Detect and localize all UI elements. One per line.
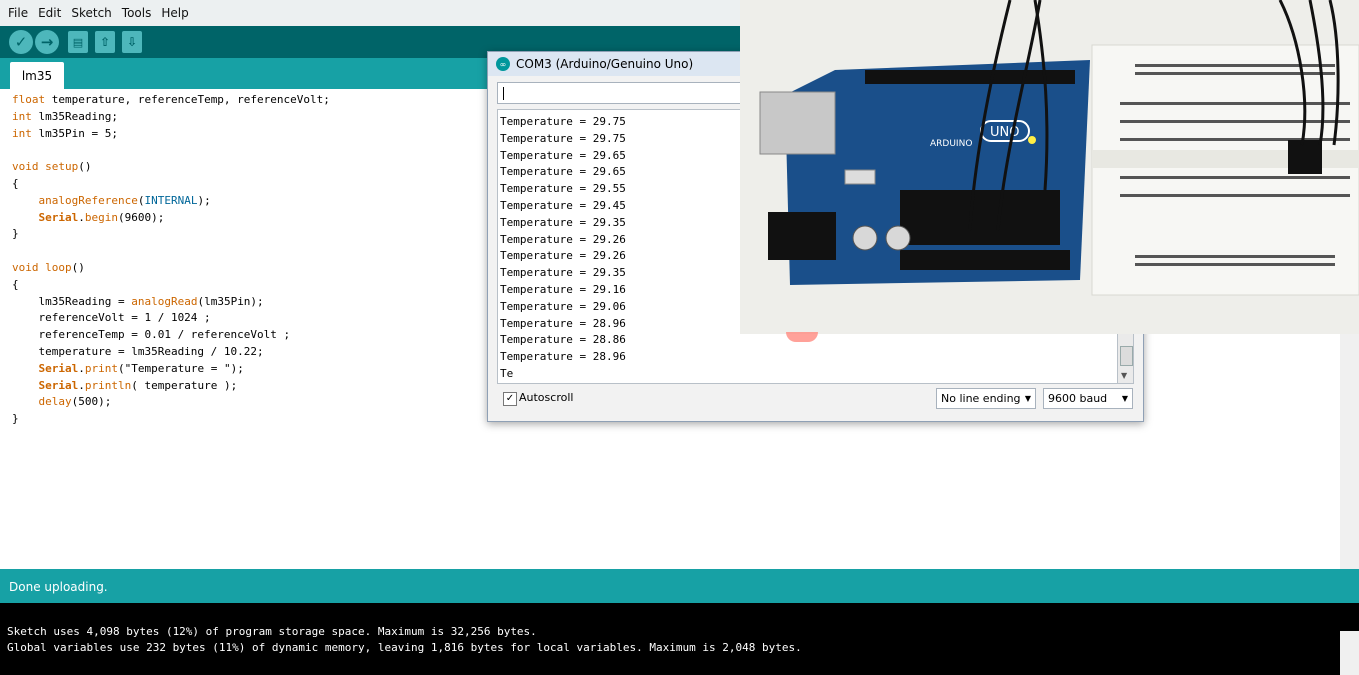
serial-output-line: Temperature = 29.26 xyxy=(500,249,626,263)
status-bar: Done uploading. xyxy=(0,569,1359,603)
code-line: Serial.begin(9600); xyxy=(38,210,165,224)
arrow-up-icon: ⇧ xyxy=(99,35,111,49)
serial-output-line: Temperature = 28.96 xyxy=(500,350,626,364)
scroll-thumb[interactable] xyxy=(1120,346,1133,366)
mouse-highlight xyxy=(786,332,818,342)
arduino-board-illustration: ARDUINO UNO xyxy=(740,0,1359,334)
menu-help[interactable]: Help xyxy=(161,6,188,20)
serial-output-line: Temperature = 29.35 xyxy=(500,215,626,229)
serial-output-line: Temperature = 29.75 xyxy=(500,131,626,145)
code-line: referenceTemp = 0.01 / referenceVolt ; xyxy=(12,328,291,342)
serial-output-line: Temperature = 29.26 xyxy=(500,232,626,246)
arduino-board-photo: ARDUINO UNO xyxy=(740,0,1359,334)
serial-monitor-footer: ✓ Autoscroll No line ending ▼ 9600 baud … xyxy=(488,388,1143,420)
serial-output-line: Temperature = 29.45 xyxy=(500,199,626,212)
code-line: } xyxy=(12,412,19,426)
code-line: analogReference(INTERNAL); xyxy=(38,193,211,207)
code-line: { xyxy=(12,277,19,291)
serial-output-line: Temperature = 29.65 xyxy=(500,148,626,162)
code-line: Serial.println( temperature ); xyxy=(38,378,238,392)
tab-lm35[interactable]: lm35 xyxy=(10,62,64,89)
serial-output-line: Temperature = 29.55 xyxy=(500,182,626,196)
menu-tools[interactable]: Tools xyxy=(122,6,152,20)
scroll-down-icon[interactable]: ▼ xyxy=(1121,371,1127,380)
code-line: void setup() xyxy=(12,160,92,174)
code-line: } xyxy=(12,227,19,241)
serial-output-line: Temperature = 29.75 xyxy=(500,115,626,128)
chevron-down-icon: ▼ xyxy=(1024,394,1031,403)
code-line: referenceVolt = 1 / 1024 ; xyxy=(12,311,211,325)
serial-output-line: Temperature = 28.86 xyxy=(500,333,626,347)
code-line: float temperature, referenceTemp, refere… xyxy=(12,93,330,106)
serial-output-line: Temperature = 28.96 xyxy=(500,316,626,330)
console-line: Sketch uses 4,098 bytes (12%) of program… xyxy=(7,625,537,638)
menu-items: File Edit Sketch Tools Help xyxy=(8,0,189,26)
code-line: temperature = lm35Reading / 10.22; xyxy=(12,344,264,358)
check-icon: ✓ xyxy=(14,33,28,51)
baud-select[interactable]: 9600 baud ▼ xyxy=(1043,388,1133,409)
code-line: int lm35Pin = 5; xyxy=(12,126,118,140)
menu-edit[interactable]: Edit xyxy=(38,6,61,20)
menu-file[interactable]: File xyxy=(8,6,28,20)
line-ending-value: No line ending xyxy=(941,392,1021,405)
new-button[interactable]: ▤ xyxy=(68,31,88,53)
code-line: lm35Reading = analogRead(lm35Pin); xyxy=(12,294,264,308)
code-line: { xyxy=(12,176,19,190)
serial-output-line: Te xyxy=(500,367,514,380)
serial-output-line: Temperature = 29.16 xyxy=(500,283,626,296)
code-line: Serial.print("Temperature = "); xyxy=(38,361,244,375)
code-text: float temperature, referenceTemp, refere… xyxy=(12,92,330,428)
brand-label: ARDUINO xyxy=(930,139,972,149)
console: Sketch uses 4,098 bytes (12%) of program… xyxy=(0,603,1359,675)
verify-button[interactable]: ✓ xyxy=(9,30,33,54)
autoscroll-label: Autoscroll xyxy=(519,391,574,404)
status-message: Done uploading. xyxy=(9,580,108,594)
chevron-down-icon: ▼ xyxy=(1121,394,1128,403)
autoscroll-checkbox[interactable]: ✓ xyxy=(503,392,517,406)
arrow-right-icon: → xyxy=(40,33,54,51)
save-button[interactable]: ⇩ xyxy=(122,31,142,53)
baud-value: 9600 baud xyxy=(1048,392,1108,405)
serial-output-line: Temperature = 29.65 xyxy=(500,165,626,179)
code-line: void loop() xyxy=(12,260,85,274)
menu-sketch[interactable]: Sketch xyxy=(71,6,111,20)
code-line: int lm35Reading; xyxy=(12,109,118,123)
line-ending-select[interactable]: No line ending ▼ xyxy=(936,388,1036,409)
arrow-down-icon: ⇩ xyxy=(126,35,138,49)
serial-output-line: Temperature = 29.35 xyxy=(500,266,626,280)
open-button[interactable]: ⇧ xyxy=(95,31,115,53)
serial-monitor-title: COM3 (Arduino/Genuino Uno) xyxy=(516,57,694,71)
console-scrollbar[interactable] xyxy=(1340,631,1359,675)
code-line: delay(500); xyxy=(38,395,112,409)
arduino-logo-icon: ∞ xyxy=(496,57,510,71)
upload-button[interactable]: → xyxy=(35,30,59,54)
serial-output-line: Temperature = 29.06 xyxy=(500,299,626,313)
text-caret xyxy=(503,87,504,100)
new-file-icon: ▤ xyxy=(72,35,84,49)
console-line: Global variables use 232 bytes (11%) of … xyxy=(7,641,802,654)
